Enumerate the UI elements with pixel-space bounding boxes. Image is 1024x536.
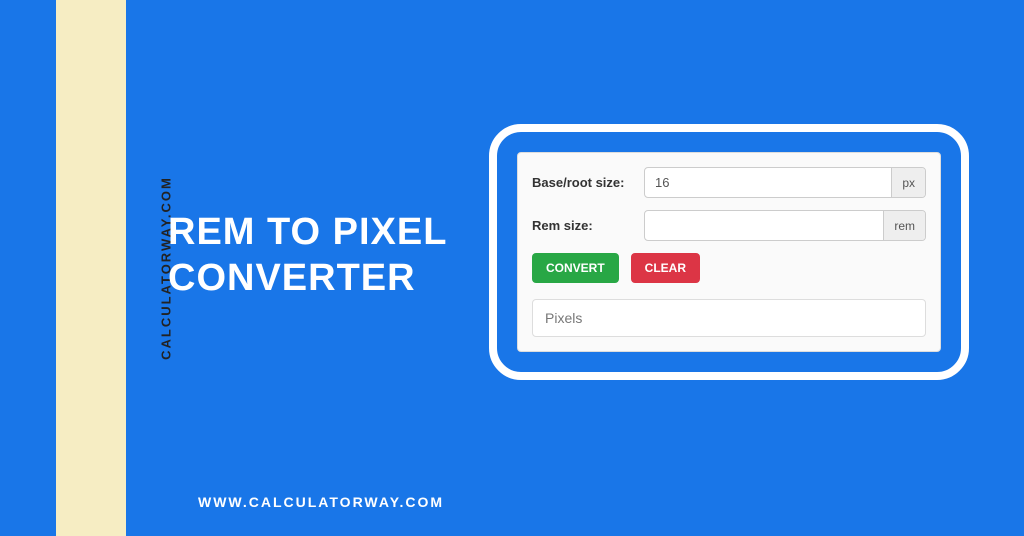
rem-size-row: Rem size: rem [532,210,926,241]
rem-size-group: rem [644,210,926,241]
button-row: CONVERT CLEAR [532,253,926,283]
base-size-unit: px [891,168,925,197]
footer-url: WWW.CALCULATORWAY.COM [198,494,444,510]
base-size-label: Base/root size: [532,175,644,190]
base-size-input[interactable] [645,168,891,197]
decorative-stripe [56,0,126,536]
convert-button[interactable]: CONVERT [532,253,619,283]
converter-frame: Base/root size: px Rem size: rem CONVERT… [489,124,969,380]
converter-card: Base/root size: px Rem size: rem CONVERT… [517,152,941,352]
base-size-row: Base/root size: px [532,167,926,198]
base-size-group: px [644,167,926,198]
output-box: Pixels [532,299,926,337]
clear-button[interactable]: CLEAR [631,253,700,283]
rem-size-unit: rem [883,211,925,240]
page-title: REM TO PIXEL CONVERTER [168,210,447,301]
title-line2: CONVERTER [168,257,416,299]
title-line1: REM TO PIXEL [168,211,447,253]
rem-size-label: Rem size: [532,218,644,233]
rem-size-input[interactable] [645,211,883,240]
